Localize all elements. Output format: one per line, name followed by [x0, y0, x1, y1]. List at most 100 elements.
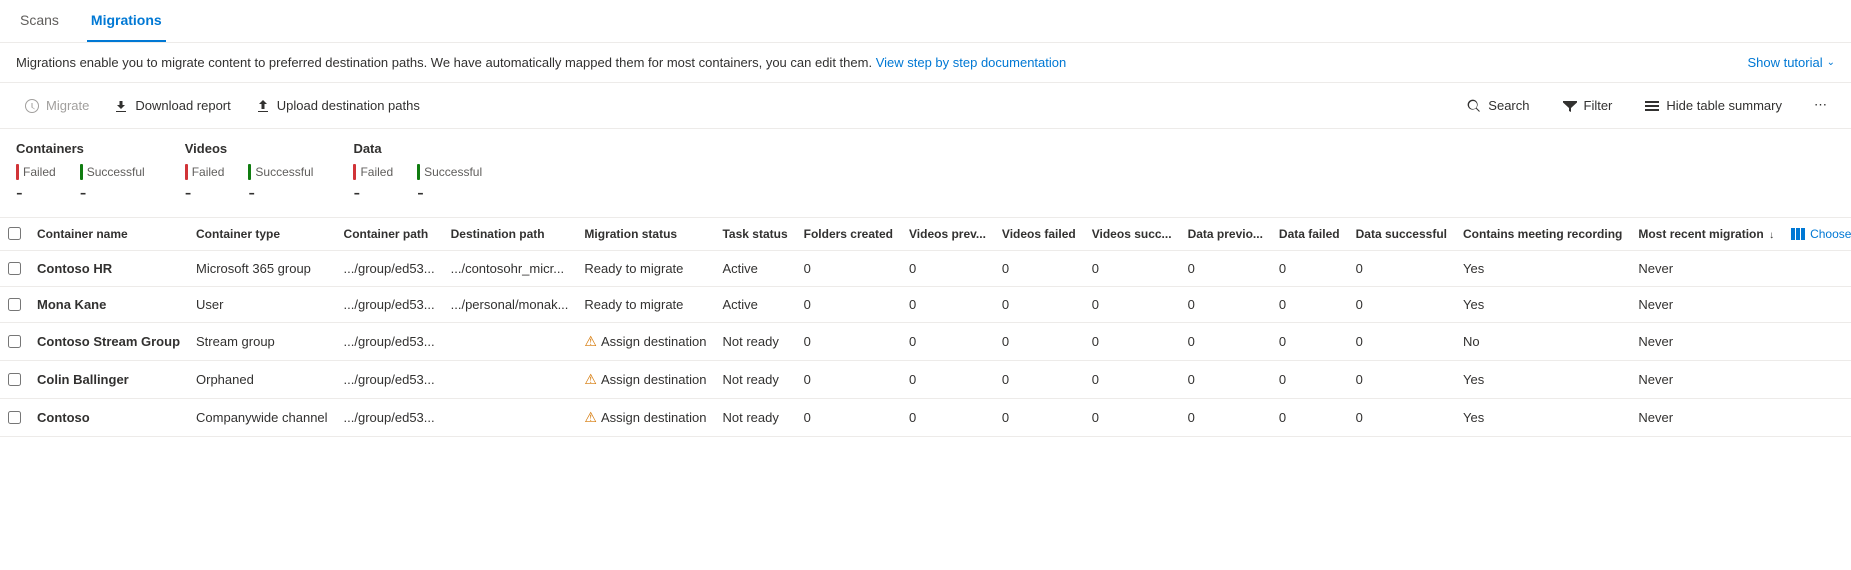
cell-data-failed: 0: [1271, 398, 1348, 436]
search-icon: [1466, 97, 1482, 114]
tab-scans[interactable]: Scans: [16, 0, 63, 42]
data-successful-text: Successful: [424, 165, 482, 179]
summary-videos-items: Failed - Successful -: [185, 164, 314, 205]
upload-paths-button[interactable]: Upload destination paths: [247, 91, 428, 120]
col-folders-created: Folders created: [796, 218, 901, 251]
row-checkbox[interactable]: [8, 373, 21, 386]
migration-status-text: Ready to migrate: [584, 261, 683, 276]
info-bar: Migrations enable you to migrate content…: [0, 43, 1851, 83]
migrate-button[interactable]: Migrate: [16, 91, 97, 120]
tab-bar: Scans Migrations: [0, 0, 1851, 43]
cell-migration-status: ⚠Assign destination: [576, 322, 714, 360]
data-failed-text: Failed: [360, 165, 393, 179]
cell-videos-prev: 0: [901, 322, 994, 360]
containers-successful-value: -: [80, 182, 145, 205]
summary-groups: Containers Failed - Successful -: [16, 141, 1835, 205]
cell-data-previo: 0: [1180, 360, 1271, 398]
data-successful-value: -: [417, 182, 482, 205]
cell-contains-recording: Yes: [1455, 250, 1630, 286]
download-report-label: Download report: [135, 98, 230, 113]
summary-containers-failed: Failed -: [16, 164, 56, 205]
toolbar-left: Migrate Download report Upload destinati…: [16, 91, 428, 120]
filter-icon: [1562, 97, 1578, 114]
cell-videos-failed: 0: [994, 250, 1084, 286]
summary-videos-failed: Failed -: [185, 164, 225, 205]
cell-videos-failed: 0: [994, 360, 1084, 398]
table-summary-icon: [1644, 97, 1660, 114]
migrate-icon: [24, 97, 40, 114]
cell-migration-status: ⚠Assign destination: [576, 398, 714, 436]
cell-folders-created: 0: [796, 322, 901, 360]
col-videos-prev: Videos prev...: [901, 218, 994, 251]
warn-icon: ⚠: [584, 333, 597, 350]
col-data-successful: Data successful: [1348, 218, 1455, 251]
download-report-button[interactable]: Download report: [105, 91, 238, 120]
tab-migrations[interactable]: Migrations: [87, 0, 166, 42]
table-row: Contoso Companywide channel .../group/ed…: [0, 398, 1851, 436]
row-checkbox[interactable]: [8, 411, 21, 424]
cell-most-recent: Never: [1630, 398, 1782, 436]
videos-failed-label: Failed: [185, 164, 225, 180]
cell-name: Contoso HR: [29, 250, 188, 286]
cell-choose-col-empty: [1782, 286, 1851, 322]
row-checkbox[interactable]: [8, 262, 21, 275]
col-container-name[interactable]: Container name: [29, 218, 188, 251]
videos-successful-text: Successful: [255, 165, 313, 179]
cell-data-successful: 0: [1348, 286, 1455, 322]
columns-icon: [1790, 226, 1806, 242]
summary-data-title: Data: [353, 141, 482, 156]
row-checkbox[interactable]: [8, 335, 21, 348]
green-indicator: [248, 164, 251, 180]
cell-task-status: Active: [714, 250, 795, 286]
download-icon: [113, 97, 129, 114]
cell-videos-succ: 0: [1084, 250, 1180, 286]
summary-group-videos: Videos Failed - Successful -: [185, 141, 314, 205]
show-tutorial-button[interactable]: Show tutorial ⌄: [1747, 55, 1835, 70]
cell-name: Mona Kane: [29, 286, 188, 322]
data-successful-label: Successful: [417, 164, 482, 180]
more-options-button[interactable]: ⋯: [1806, 91, 1835, 119]
most-recent-label: Most recent migration: [1638, 227, 1763, 241]
cell-folders-created: 0: [796, 286, 901, 322]
cell-data-previo: 0: [1180, 322, 1271, 360]
col-data-failed: Data failed: [1271, 218, 1348, 251]
filter-button[interactable]: Filter: [1554, 91, 1621, 120]
cell-videos-failed: 0: [994, 398, 1084, 436]
cell-contains-recording: Yes: [1455, 360, 1630, 398]
select-all-checkbox[interactable]: [8, 227, 21, 240]
table-row: Contoso Stream Group Stream group .../gr…: [0, 322, 1851, 360]
cell-task-status: Not ready: [714, 322, 795, 360]
cell-data-successful: 0: [1348, 360, 1455, 398]
doc-link[interactable]: View step by step documentation: [876, 55, 1067, 70]
cell-data-failed: 0: [1271, 360, 1348, 398]
migration-status-text: Ready to migrate: [584, 297, 683, 312]
toolbar: Migrate Download report Upload destinati…: [0, 83, 1851, 129]
cell-path: .../group/ed53...: [336, 286, 443, 322]
containers-failed-text: Failed: [23, 165, 56, 179]
cell-data-failed: 0: [1271, 322, 1348, 360]
cell-most-recent: Never: [1630, 250, 1782, 286]
summary-videos-title: Videos: [185, 141, 314, 156]
cell-videos-prev: 0: [901, 286, 994, 322]
videos-failed-text: Failed: [192, 165, 225, 179]
cell-choose-col-empty: [1782, 360, 1851, 398]
row-checkbox-cell: [0, 322, 29, 360]
chevron-down-icon: ⌄: [1827, 57, 1835, 68]
table-body: Contoso HR Microsoft 365 group .../group…: [0, 250, 1851, 436]
cell-data-failed: 0: [1271, 286, 1348, 322]
row-checkbox[interactable]: [8, 298, 21, 311]
search-button[interactable]: Search: [1458, 91, 1537, 120]
green-indicator: [417, 164, 420, 180]
hide-table-summary-button[interactable]: Hide table summary: [1636, 91, 1790, 120]
cell-videos-succ: 0: [1084, 286, 1180, 322]
cell-most-recent: Never: [1630, 286, 1782, 322]
choose-columns-button[interactable]: Choose columns: [1790, 226, 1851, 242]
cell-folders-created: 0: [796, 360, 901, 398]
col-destination-path: Destination path: [443, 218, 577, 251]
cell-choose-col-empty: [1782, 250, 1851, 286]
col-most-recent[interactable]: Most recent migration ↓: [1630, 218, 1782, 251]
filter-label: Filter: [1584, 98, 1613, 113]
row-checkbox-cell: [0, 250, 29, 286]
containers-failed-label: Failed: [16, 164, 56, 180]
cell-folders-created: 0: [796, 398, 901, 436]
